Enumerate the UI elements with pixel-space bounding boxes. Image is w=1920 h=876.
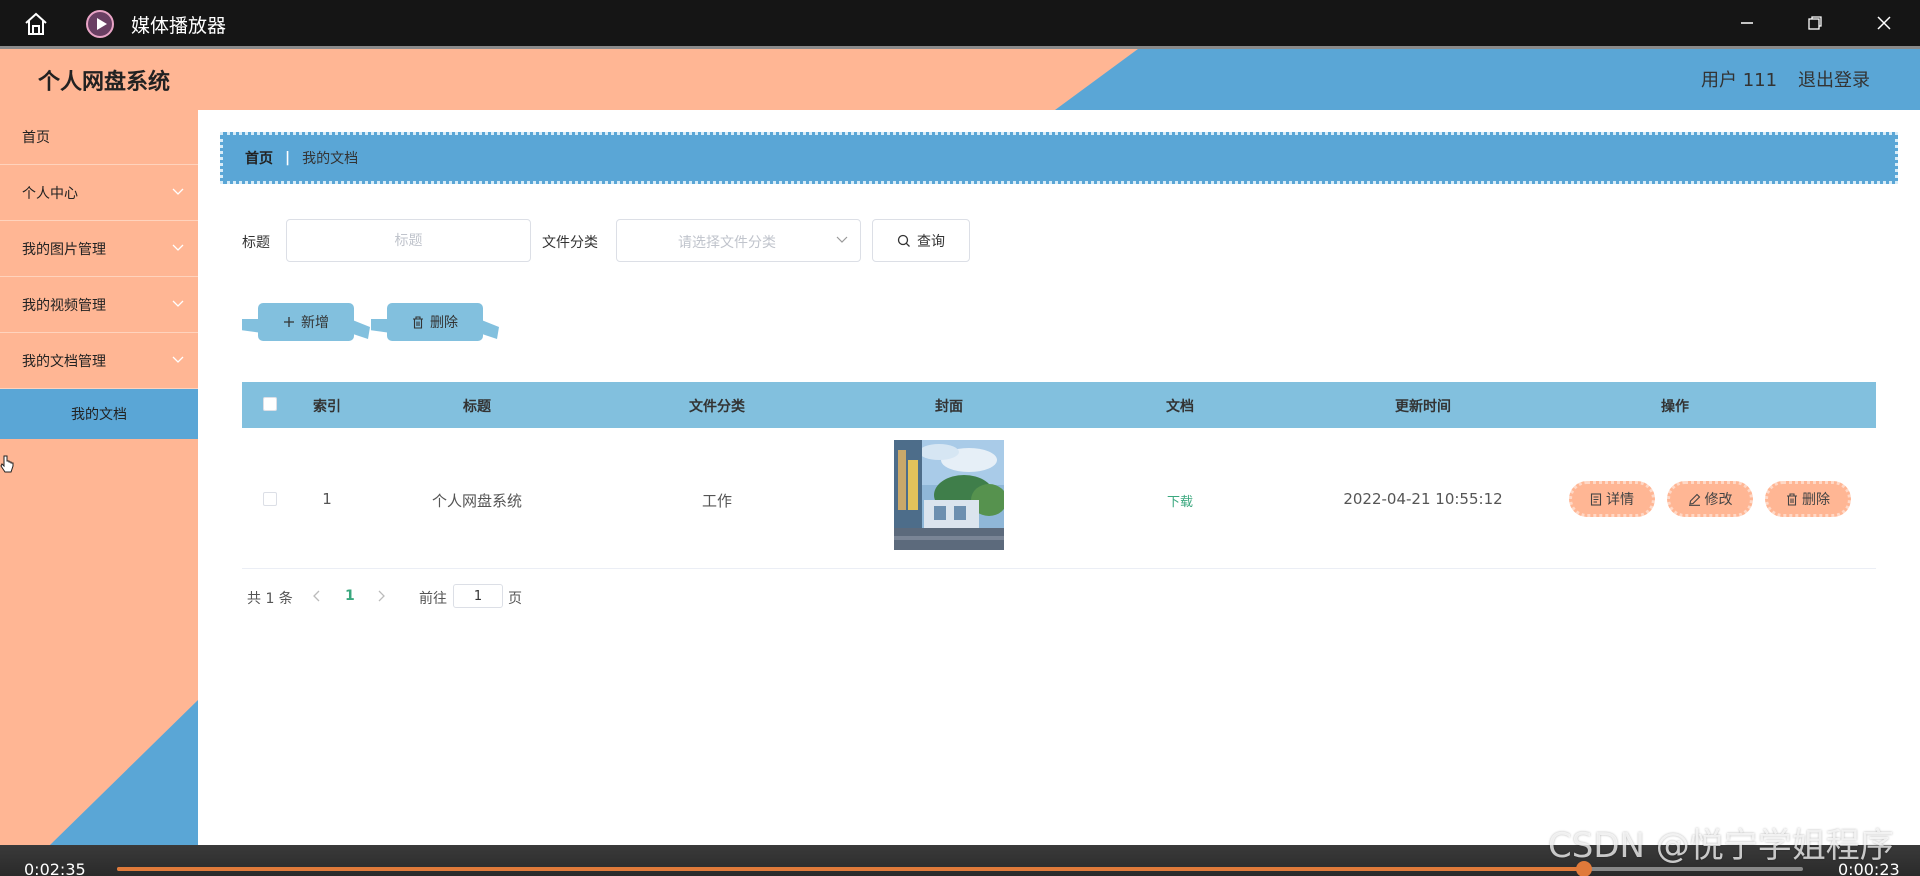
- column-header-document: 文档: [1166, 399, 1194, 415]
- add-button-label: 新增: [301, 315, 329, 331]
- chevron-down-icon: [172, 188, 184, 195]
- edit-button-label: 修改: [1704, 492, 1733, 508]
- close-button[interactable]: [1864, 8, 1904, 38]
- chevron-up-icon: [172, 356, 184, 363]
- pagination-goto-input[interactable]: [453, 584, 503, 608]
- breadcrumb-separator: |: [285, 150, 291, 166]
- category-label: 文件分类: [542, 235, 598, 251]
- breadcrumb-home[interactable]: 首页: [245, 148, 273, 168]
- home-icon[interactable]: [22, 11, 50, 37]
- button-decoration: [350, 319, 370, 339]
- plus-icon: [284, 317, 294, 327]
- sidebar-item-documents[interactable]: 我的文档管理: [0, 334, 198, 389]
- chevron-down-icon: [172, 300, 184, 307]
- button-decoration: [242, 319, 262, 333]
- column-header-cover: 封面: [935, 399, 963, 415]
- column-header-updated: 更新时间: [1395, 399, 1451, 415]
- prev-page-icon[interactable]: [313, 590, 321, 602]
- row-checkbox[interactable]: [263, 492, 277, 506]
- sidebar-item-label: 个人中心: [22, 186, 78, 202]
- trash-icon: [413, 315, 423, 329]
- sidebar-item-label: 我的图片管理: [22, 242, 106, 258]
- row-category: 工作: [701, 492, 732, 510]
- sidebar-item-label: 我的文档管理: [22, 354, 106, 370]
- watermark-text: CSDN @悦宁学姐程序: [1548, 826, 1894, 866]
- sidebar: 首页 个人中心 我的图片管理 我的视频管理 我的文档管理 我的文档: [0, 110, 198, 845]
- row-index: 1: [322, 490, 332, 508]
- elapsed-time: 0:02:35: [24, 860, 86, 876]
- logout-link[interactable]: 退出登录: [1798, 66, 1870, 92]
- breadcrumb: 首页 | 我的文档: [220, 132, 1898, 184]
- batch-delete-button[interactable]: 删除: [371, 303, 499, 341]
- column-header-category: 文件分类: [689, 399, 745, 415]
- hand-cursor-icon: [0, 455, 14, 473]
- edit-icon: [1688, 493, 1700, 506]
- pagination-goto-label: 前往: [419, 591, 447, 607]
- button-decoration: [371, 319, 391, 333]
- column-header-index: 索引: [313, 399, 341, 415]
- sidebar-subitem-my-documents[interactable]: 我的文档: [0, 389, 198, 439]
- search-icon: [897, 234, 910, 247]
- header-peach-band: [0, 46, 1142, 110]
- next-page-icon[interactable]: [377, 590, 385, 602]
- pagination-current-page[interactable]: 1: [345, 588, 355, 604]
- edit-button[interactable]: 修改: [1667, 481, 1753, 517]
- row-title: 个人网盘系统: [431, 492, 522, 510]
- detail-button[interactable]: 详情: [1569, 481, 1655, 517]
- restore-button[interactable]: [1795, 8, 1835, 38]
- add-button[interactable]: 新增: [242, 303, 370, 341]
- pagination-page-suffix: 页: [508, 591, 522, 607]
- minimize-button[interactable]: [1727, 8, 1767, 38]
- query-button[interactable]: 查询: [872, 219, 970, 262]
- app-title: 个人网盘系统: [38, 70, 171, 95]
- table-header: 索引 标题 文件分类 封面 文档 更新时间 操作: [242, 382, 1876, 428]
- window-title: 媒体播放器: [131, 15, 227, 37]
- header-top-line: [0, 46, 1920, 49]
- delete-button[interactable]: 删除: [1765, 481, 1851, 517]
- query-button-label: 查询: [917, 233, 945, 250]
- title-search-input[interactable]: [286, 219, 531, 262]
- sidebar-item-images[interactable]: 我的图片管理: [0, 222, 198, 277]
- pagination-total: 共 1 条: [247, 591, 293, 607]
- document-icon: [1590, 492, 1602, 506]
- sidebar-item-personal-center[interactable]: 个人中心: [0, 166, 198, 221]
- sidebar-item-home[interactable]: 首页: [0, 110, 198, 165]
- category-select[interactable]: 请选择文件分类: [616, 219, 861, 262]
- sidebar-item-label: 首页: [22, 130, 50, 146]
- sidebar-item-videos[interactable]: 我的视频管理: [0, 278, 198, 333]
- detail-button-label: 详情: [1606, 492, 1634, 508]
- category-select-placeholder: 请选择文件分类: [678, 235, 776, 251]
- column-header-title: 标题: [463, 399, 491, 415]
- select-all-checkbox[interactable]: [263, 397, 277, 411]
- button-decoration: [479, 319, 499, 339]
- sidebar-item-label: 我的视频管理: [22, 298, 106, 314]
- cover-thumbnail: [894, 440, 1004, 550]
- row-updated-time: 2022-04-21 10:55:12: [1343, 490, 1503, 508]
- chevron-down-icon: [172, 244, 184, 251]
- media-player-logo-icon: [86, 10, 114, 38]
- breadcrumb-current: 我的文档: [302, 151, 359, 167]
- title-label: 标题: [242, 235, 270, 251]
- seek-bar-progress: [117, 867, 1584, 871]
- batch-delete-button-label: 删除: [430, 315, 458, 331]
- player-titlebar: 媒体播放器: [0, 0, 1920, 46]
- seek-bar[interactable]: [117, 861, 1803, 876]
- trash-icon: [1787, 492, 1797, 506]
- chevron-down-icon: [836, 236, 848, 243]
- sidebar-subitem-label: 我的文档: [71, 407, 127, 423]
- column-header-operations: 操作: [1661, 399, 1689, 415]
- app-header: 个人网盘系统 用户 111 退出登录: [0, 46, 1920, 110]
- delete-button-label: 删除: [1802, 492, 1830, 508]
- user-label: 用户 111: [1701, 70, 1778, 91]
- download-link[interactable]: 下载: [1130, 491, 1230, 510]
